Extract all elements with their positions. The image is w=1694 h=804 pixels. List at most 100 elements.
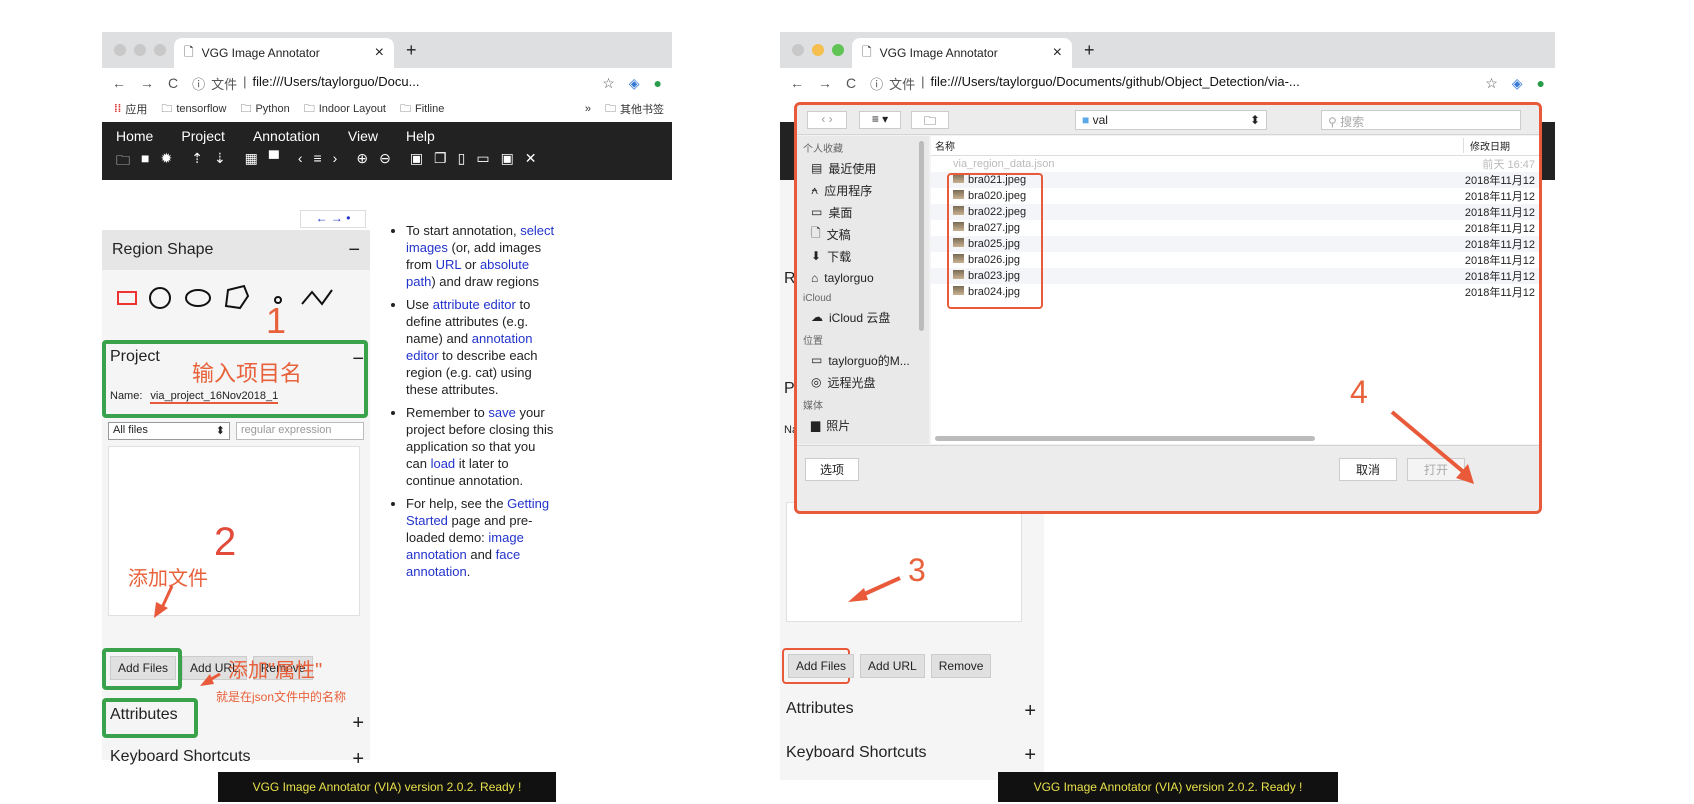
folder-select[interactable]: ■ val ⬍ (1075, 110, 1267, 130)
attributes-header[interactable]: Attributes + (110, 706, 364, 735)
new-tab-button[interactable]: + (406, 40, 417, 61)
load-link[interactable]: load (431, 456, 456, 471)
ellipse-shape-icon[interactable] (185, 289, 211, 307)
sidebar-item-remote-disc[interactable]: ◎ 远程光盘 (797, 371, 929, 393)
sidebar-scrollbar[interactable] (919, 141, 924, 331)
close-icon[interactable]: ✕ (525, 150, 537, 174)
browser-tab[interactable]: 🗋 VGG Image Annotator × (174, 38, 394, 68)
menu-help[interactable]: Help (406, 128, 435, 146)
menu-annotation[interactable]: Annotation (253, 128, 320, 146)
list-icon[interactable]: ≡ (314, 150, 322, 174)
address-input[interactable]: file:///Users/taylorguo/Documents/github… (931, 74, 1300, 93)
copy-icon[interactable]: ❐ (434, 150, 447, 174)
attributes-header[interactable]: Attributes + (786, 700, 1036, 723)
view-mode-icon[interactable]: ≡ ▾ (859, 111, 901, 129)
save-icon[interactable]: ■ (141, 150, 149, 174)
bookmark-python[interactable]: 🗀 Python (240, 100, 289, 119)
sidebar-item-downloads[interactable]: ⬇ 下载 (797, 245, 929, 267)
sidebar-item-icloud-drive[interactable]: ☁ iCloud 云盘 (797, 306, 929, 328)
region-shape-header[interactable]: Region Shape − (102, 230, 370, 270)
account-icon[interactable]: ● (1537, 75, 1545, 91)
window-controls[interactable] (792, 44, 844, 56)
close-tab-icon[interactable]: × (1053, 44, 1062, 62)
collapse-icon[interactable]: − (352, 348, 364, 371)
project-name-input[interactable]: via_project_16Nov2018_1 (150, 390, 279, 404)
grid-icon[interactable]: ▦ (245, 150, 258, 174)
name-column-header[interactable]: 名称 (935, 138, 955, 153)
add-files-button[interactable]: Add Files (788, 654, 855, 678)
zoom-in-icon[interactable]: ⊕ (356, 150, 368, 174)
back-icon[interactable]: ← (112, 75, 126, 91)
keyboard-shortcuts-header[interactable]: Keyboard Shortcuts + (786, 744, 1036, 767)
date-column-header[interactable]: 修改日期 (1463, 138, 1533, 153)
paste-icon[interactable]: ▯ (458, 150, 466, 174)
prev-icon[interactable]: ‹ (298, 150, 303, 174)
collapse-icon[interactable]: − (348, 239, 360, 262)
back-nav-icon[interactable]: ‹ › (807, 111, 847, 129)
browser-tab[interactable]: 🗋 VGG Image Annotator × (852, 38, 1072, 68)
extension-icon[interactable]: ◈ (629, 75, 640, 92)
download-icon[interactable]: ⇣ (214, 150, 226, 174)
new-tab-button[interactable]: + (1084, 40, 1095, 61)
reload-icon[interactable]: C (846, 75, 856, 91)
delete-region-icon[interactable]: ▣ (501, 150, 514, 174)
keyboard-shortcuts-header[interactable]: Keyboard Shortcuts + (110, 748, 364, 771)
menu-home[interactable]: Home (116, 128, 153, 146)
menu-view[interactable]: View (348, 128, 378, 146)
sidebar-item-home[interactable]: ⌂ taylorguo (797, 267, 929, 289)
folder-icon[interactable]: 🗀 (116, 150, 130, 174)
sidebar-item-mac[interactable]: ▭ taylorguo的M... (797, 349, 929, 371)
star-icon[interactable]: ☆ (602, 75, 615, 92)
open-button[interactable]: 打开 (1407, 458, 1466, 481)
file-filter-select[interactable]: All files ⬍ (108, 422, 230, 440)
close-tab-icon[interactable]: × (375, 44, 384, 62)
select-all-icon[interactable]: ▣ (410, 150, 423, 174)
extension-icon[interactable]: ◈ (1512, 75, 1523, 92)
sidebar-item-desktop[interactable]: ▭ 桌面 (797, 201, 929, 223)
paste-n-icon[interactable]: ▭ (476, 150, 489, 174)
next-icon[interactable]: › (333, 150, 338, 174)
upload-icon[interactable]: ⇡ (191, 150, 203, 174)
forward-icon[interactable]: → (818, 75, 832, 91)
star-icon[interactable]: ☆ (1485, 75, 1498, 92)
expand-icon[interactable]: + (352, 748, 364, 771)
add-url-button[interactable]: Add URL (860, 654, 925, 678)
menu-project[interactable]: Project (181, 128, 225, 146)
bookmark-fitline[interactable]: 🗀 Fitline (400, 100, 444, 119)
reload-icon[interactable]: C (168, 75, 178, 91)
sidebar-item-photos[interactable]: ▆ 照片 (797, 414, 929, 436)
expand-icon[interactable]: + (1024, 744, 1036, 767)
remove-button[interactable]: Remove (930, 654, 992, 678)
window-controls[interactable] (114, 44, 166, 56)
options-button[interactable]: 选项 (805, 458, 860, 481)
new-folder-icon[interactable]: 🗀 (911, 111, 949, 129)
add-files-button[interactable]: Add Files (110, 656, 177, 680)
forward-icon[interactable]: → (140, 75, 154, 91)
expand-icon[interactable]: + (352, 712, 364, 735)
back-icon[interactable]: ← (790, 75, 804, 91)
cancel-button[interactable]: 取消 (1339, 458, 1398, 481)
polygon-shape-icon[interactable] (224, 284, 250, 310)
gear-icon[interactable]: ✹ (160, 150, 172, 174)
horizontal-scrollbar[interactable] (935, 436, 1315, 441)
bookmark-indoor-layout[interactable]: 🗀 Indoor Layout (304, 100, 386, 119)
search-input[interactable]: ⚲ 搜索 (1321, 110, 1521, 130)
sidebar-item-documents[interactable]: 🗋 文稿 (797, 223, 929, 245)
sidebar-item-applications[interactable]: ⍲ 应用程序 (797, 179, 929, 201)
comment-icon[interactable]: ▀ (269, 150, 279, 174)
address-input[interactable]: file:///Users/taylorguo/Docu... (253, 74, 420, 93)
circle-shape-icon[interactable] (149, 287, 171, 309)
regex-filter-input[interactable]: regular expression (236, 422, 364, 440)
polyline-shape-icon[interactable] (301, 289, 333, 306)
panel-nav-arrows[interactable]: ← → • (300, 210, 366, 228)
url-link[interactable]: URL (436, 257, 462, 272)
sidebar-item-recents[interactable]: ▤ 最近使用 (797, 157, 929, 179)
expand-icon[interactable]: + (1024, 700, 1036, 723)
account-icon[interactable]: ● (654, 75, 662, 91)
rect-shape-icon[interactable] (117, 291, 137, 305)
attribute-editor-link[interactable]: attribute editor (433, 297, 516, 312)
zoom-out-icon[interactable]: ⊖ (379, 150, 391, 174)
bookmark-other[interactable]: 🗀 其他书签 (605, 100, 664, 119)
bookmarks-more[interactable]: » (585, 103, 591, 115)
bookmark-apps[interactable]: ⁞⁞ 应用 (114, 101, 147, 117)
